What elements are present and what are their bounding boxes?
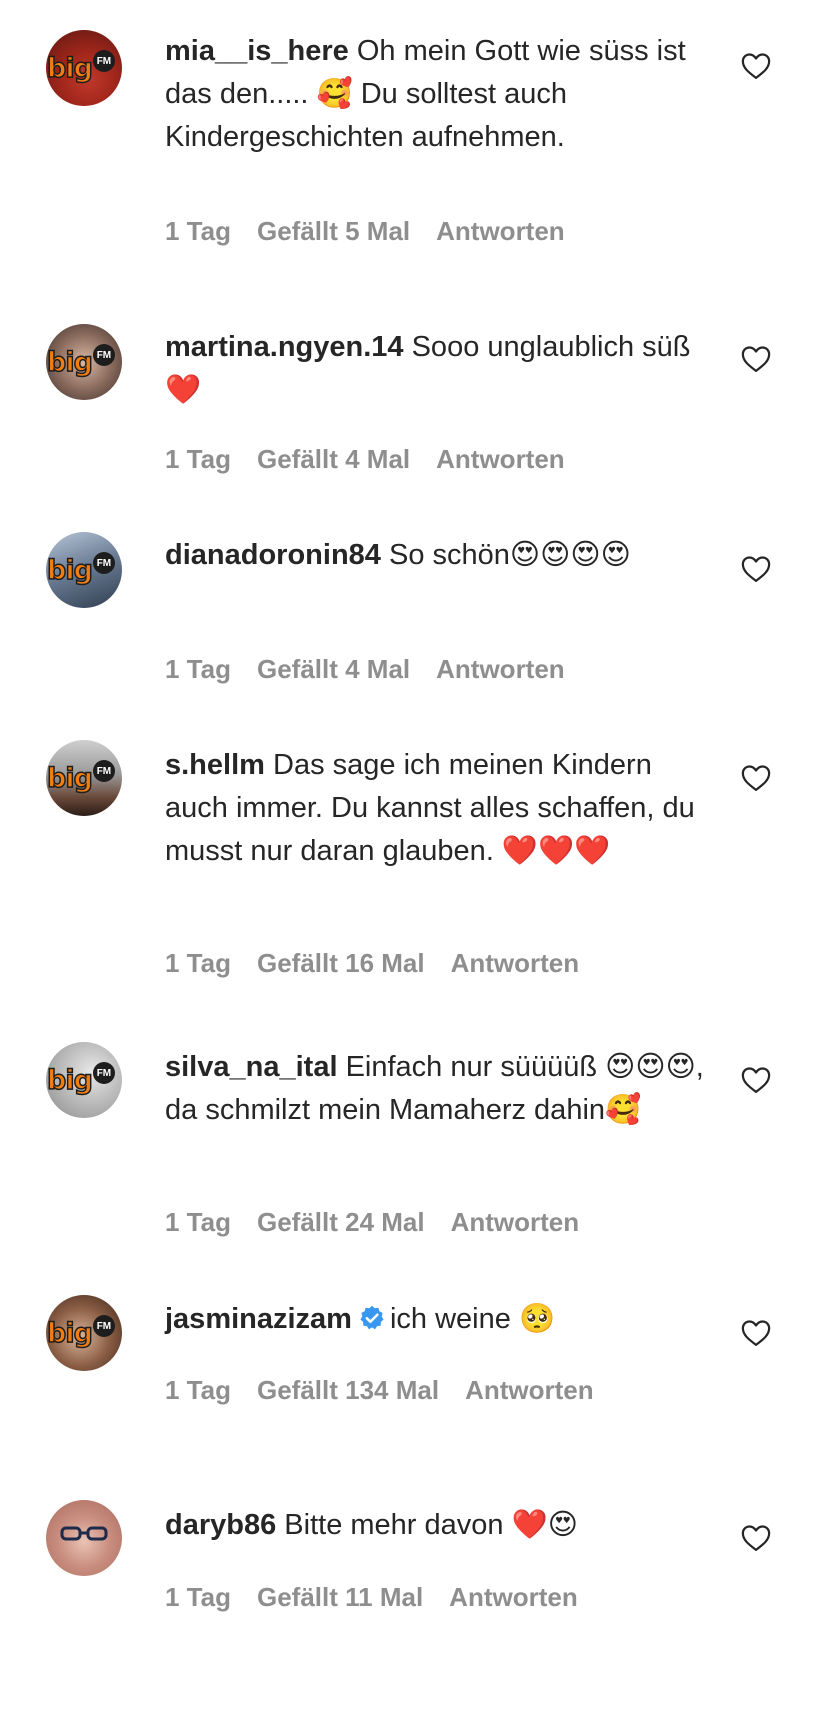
avatar[interactable]: big FM: [46, 1295, 122, 1371]
bigfm-logo: big FM: [46, 758, 122, 798]
username-link[interactable]: s.hellm: [165, 749, 265, 781]
username-link[interactable]: daryb86: [165, 1509, 276, 1541]
heart-outline-icon[interactable]: [741, 52, 771, 80]
heart-outline-icon[interactable]: [741, 1319, 771, 1347]
timestamp[interactable]: 1 Tag: [165, 444, 231, 474]
avatar[interactable]: big FM: [46, 324, 122, 400]
heart-outline-icon[interactable]: [741, 555, 771, 583]
comment-text: ich weine 🥺: [389, 1303, 556, 1335]
comment-text-block: mia__is_here Oh mein Gott wie süss ist d…: [165, 30, 705, 159]
likes-count[interactable]: Gefällt 16 Mal: [257, 948, 425, 978]
username-link[interactable]: martina.ngyen.14: [165, 331, 404, 363]
comment-text: Bitte mehr davon ❤️😍: [284, 1509, 578, 1541]
timestamp[interactable]: 1 Tag: [165, 1375, 231, 1405]
likes-count[interactable]: Gefällt 5 Mal: [257, 216, 410, 246]
timestamp[interactable]: 1 Tag: [165, 216, 231, 246]
reply-button[interactable]: Antworten: [451, 1207, 580, 1237]
username-link[interactable]: jasminazizam: [165, 1303, 352, 1335]
comment-text-block: dianadoronin84 So schön😍😍😍😍: [165, 534, 705, 577]
bigfm-logo: big FM: [46, 1313, 122, 1353]
timestamp[interactable]: 1 Tag: [165, 654, 231, 684]
comment-meta: 1 Tag Gefällt 24 Mal Antworten: [165, 1207, 605, 1238]
timestamp[interactable]: 1 Tag: [165, 948, 231, 978]
likes-count[interactable]: Gefällt 11 Mal: [257, 1582, 423, 1612]
comment-meta: 1 Tag Gefällt 4 Mal Antworten: [165, 444, 591, 475]
reply-button[interactable]: Antworten: [451, 948, 580, 978]
comment-text-block: daryb86 Bitte mehr davon ❤️😍: [165, 1504, 705, 1547]
reply-button[interactable]: Antworten: [436, 654, 565, 684]
comment-meta: 1 Tag Gefällt 16 Mal Antworten: [165, 948, 605, 979]
avatar[interactable]: big FM: [46, 740, 122, 816]
heart-outline-icon[interactable]: [741, 1524, 771, 1552]
comment-text-block: silva_na_ital Einfach nur süüüüß 😍😍😍, da…: [165, 1046, 705, 1132]
glasses-shape: [60, 1526, 108, 1541]
avatar[interactable]: big FM: [46, 532, 122, 608]
reply-button[interactable]: Antworten: [465, 1375, 594, 1405]
comment-text-block: jasminazizam ich weine 🥺: [165, 1298, 705, 1341]
bigfm-logo: big FM: [46, 342, 122, 382]
reply-button[interactable]: Antworten: [436, 444, 565, 474]
likes-count[interactable]: Gefällt 4 Mal: [257, 444, 410, 474]
bigfm-logo: big FM: [46, 1060, 122, 1100]
heart-outline-icon[interactable]: [741, 1066, 771, 1094]
comment-meta: 1 Tag Gefällt 4 Mal Antworten: [165, 654, 591, 685]
likes-count[interactable]: Gefällt 4 Mal: [257, 654, 410, 684]
comment-meta: 1 Tag Gefällt 134 Mal Antworten: [165, 1375, 620, 1406]
timestamp[interactable]: 1 Tag: [165, 1582, 231, 1612]
username-link[interactable]: silva_na_ital: [165, 1051, 338, 1083]
avatar[interactable]: [46, 1500, 122, 1576]
reply-button[interactable]: Antworten: [436, 216, 565, 246]
heart-outline-icon[interactable]: [741, 764, 771, 792]
username-link[interactable]: dianadoronin84: [165, 539, 381, 571]
verified-badge-icon: [360, 1305, 384, 1330]
avatar[interactable]: big FM: [46, 30, 122, 106]
avatar[interactable]: big FM: [46, 1042, 122, 1118]
reply-button[interactable]: Antworten: [449, 1582, 578, 1612]
comment-meta: 1 Tag Gefällt 11 Mal Antworten: [165, 1582, 604, 1613]
comment-meta: 1 Tag Gefällt 5 Mal Antworten: [165, 216, 591, 247]
bigfm-logo: big FM: [46, 48, 122, 88]
comment-text-block: martina.ngyen.14 Sooo unglaublich süß❤️: [165, 326, 705, 412]
heart-outline-icon[interactable]: [741, 345, 771, 373]
bigfm-logo: big FM: [46, 550, 122, 590]
comment-text-block: s.hellm Das sage ich meinen Kindern auch…: [165, 744, 705, 873]
comment-text: So schön😍😍😍😍: [388, 539, 631, 571]
likes-count[interactable]: Gefällt 24 Mal: [257, 1207, 425, 1237]
username-link[interactable]: mia__is_here: [165, 35, 349, 67]
timestamp[interactable]: 1 Tag: [165, 1207, 231, 1237]
likes-count[interactable]: Gefällt 134 Mal: [257, 1375, 439, 1405]
